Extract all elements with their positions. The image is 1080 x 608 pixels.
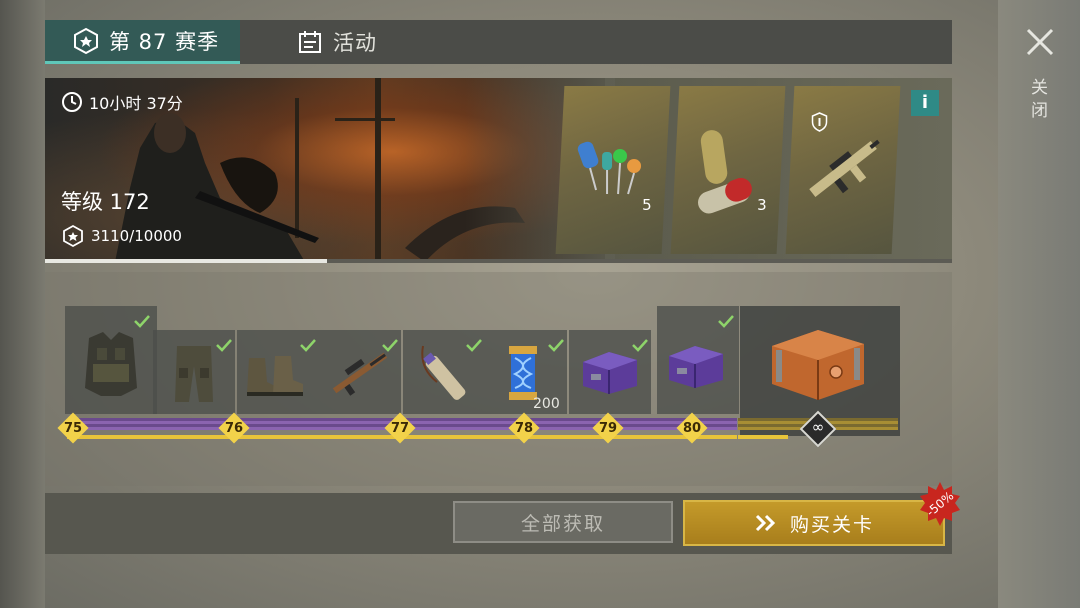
reward-slot[interactable] xyxy=(657,306,739,414)
claimed-check-icon xyxy=(300,339,316,352)
claimed-check-icon xyxy=(382,339,398,352)
reward-slot[interactable]: 200 xyxy=(485,330,567,414)
claimed-check-icon xyxy=(134,315,150,328)
combat-boots-icon xyxy=(247,356,303,396)
claimed-check-icon xyxy=(632,339,648,352)
infinite-symbol: ∞ xyxy=(811,418,825,436)
reward-slot[interactable] xyxy=(153,330,235,414)
claimed-check-icon xyxy=(718,315,734,328)
reward-slot[interactable] xyxy=(237,330,319,414)
info-button[interactable]: i xyxy=(911,90,939,116)
tab-season-label: 第 87 赛季 xyxy=(109,29,220,54)
clock-icon xyxy=(62,92,82,112)
cargo-pants-icon xyxy=(175,346,213,402)
season-timer: 10小时 37分 xyxy=(61,90,183,114)
tactical-vest-icon xyxy=(85,332,137,396)
purple-supply-crate-icon xyxy=(669,346,723,388)
final-progress xyxy=(738,435,788,439)
season-banner: 10小时 37分 等级 172 3110/10000 5 3 i xyxy=(45,78,952,262)
reward-count: 200 xyxy=(533,396,560,412)
xp-bar-fill xyxy=(45,259,328,263)
level-number: 78 xyxy=(514,421,534,436)
season-xp-icon xyxy=(63,224,83,248)
claim-all-button[interactable]: 全部获取 xyxy=(453,501,673,543)
sniper-rifle-icon xyxy=(332,352,388,396)
xp-progress: 3110/10000 xyxy=(61,224,182,248)
tab-events-label: 活动 xyxy=(333,31,377,55)
tab-season[interactable]: 第 87 赛季 xyxy=(45,20,240,64)
close-label[interactable]: 关闭 xyxy=(1027,78,1050,124)
season-badge-icon xyxy=(71,26,101,56)
reward-qty: 3 xyxy=(757,196,768,214)
reward-track: 200 75 76 77 78 79 80 ∞ xyxy=(45,272,952,486)
reward-slot[interactable] xyxy=(65,306,157,414)
close-icon xyxy=(1026,28,1054,56)
claimed-check-icon xyxy=(216,339,232,352)
assault-rifle-icon xyxy=(809,139,880,197)
backdrop-left xyxy=(0,0,45,608)
purple-supply-crate-icon xyxy=(583,352,637,394)
reward-qty: 5 xyxy=(642,196,653,214)
footer-bar: 全部获取 购买关卡 xyxy=(45,493,952,554)
calendar-icon xyxy=(295,27,325,57)
orange-supply-chest-icon xyxy=(772,330,864,400)
close-button[interactable] xyxy=(1024,26,1056,58)
claimed-check-icon xyxy=(548,339,564,352)
tab-bar: 第 87 赛季 活动 xyxy=(45,20,952,64)
discount-badge: -50% xyxy=(918,482,962,526)
buy-levels-label: 购买关卡 xyxy=(789,513,874,536)
reward-slot[interactable] xyxy=(319,330,401,414)
level-number: 79 xyxy=(598,421,618,436)
level-number: 80 xyxy=(682,421,702,436)
reward-slot[interactable] xyxy=(403,330,485,414)
current-level: 等级 172 xyxy=(61,190,150,214)
claimed-check-icon xyxy=(466,339,482,352)
xp-bar xyxy=(45,259,952,263)
level-number: 75 xyxy=(63,421,83,436)
buy-levels-button[interactable]: 购买关卡 xyxy=(683,500,945,546)
xp-text: 3110/10000 xyxy=(91,227,182,245)
tab-events[interactable]: 活动 xyxy=(295,20,435,64)
dna-capsule-icon xyxy=(509,346,537,400)
level-number: 77 xyxy=(390,421,410,436)
banner-reward-card[interactable]: 3 xyxy=(670,86,786,254)
timer-text: 10小时 37分 xyxy=(89,94,183,113)
reward-slot[interactable] xyxy=(569,330,651,414)
banner-reward-card[interactable]: 5 xyxy=(555,86,671,254)
banner-reward-card[interactable] xyxy=(785,86,901,254)
double-chevron-right-icon xyxy=(755,514,776,532)
level-number: 76 xyxy=(224,421,244,436)
